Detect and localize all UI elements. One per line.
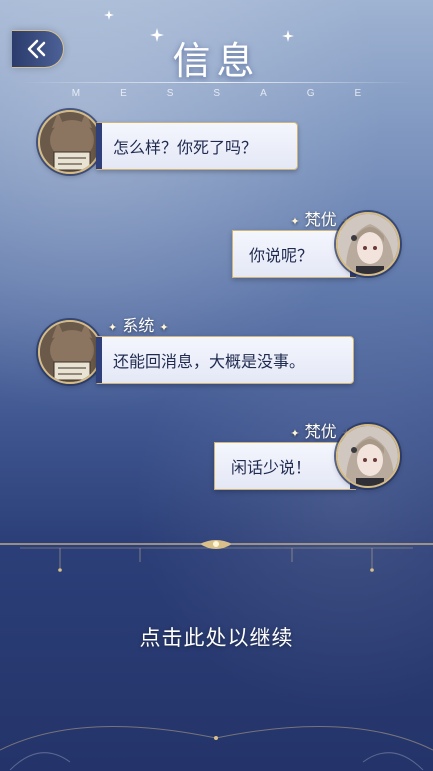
message-bubble: 还能回消息，大概是没事。: [96, 336, 354, 384]
sparkle-icon: ✦: [290, 215, 300, 228]
bottom-ornament: [0, 725, 433, 771]
sparkle-icon: ✦: [108, 321, 118, 334]
message-2: ✦ 梵优 ✦ 你说呢？: [0, 200, 433, 290]
girl-portrait-avatar: [336, 212, 400, 276]
page-subtitle: MESSAGE: [71, 88, 402, 99]
title-area: 信息: [0, 30, 433, 85]
continue-prompt[interactable]: 点击此处以继续: [0, 622, 433, 652]
message-bubble: 闲话少说！: [214, 442, 356, 490]
message-4: ✦ 梵优 ✦ 闲话少说！: [0, 412, 433, 502]
sparkle-icon: [282, 30, 294, 42]
sparkle-icon: ✦: [290, 427, 300, 440]
sparkle-icon: ✦: [159, 321, 169, 334]
message-3: ✦ 系统 ✦ 还能回消息，大概是没事。: [0, 300, 433, 390]
message-1: 怎么样？你死了吗？: [0, 110, 433, 180]
sparkle-icon: [150, 28, 164, 42]
message-text: 怎么样？你死了吗？: [113, 138, 258, 157]
cat-with-sign-avatar: [38, 110, 102, 174]
message-bubble: 怎么样？你死了吗？: [96, 122, 298, 170]
cat-with-sign-avatar: [38, 320, 102, 384]
girl-portrait-avatar: [336, 424, 400, 488]
page-title: 信息: [172, 39, 261, 83]
message-text: 闲话少说！: [231, 458, 312, 477]
header: 信息 MESSAGE: [0, 0, 433, 110]
ornamental-divider: [0, 540, 433, 572]
message-text: 还能回消息，大概是没事。: [113, 352, 306, 371]
speaker-name: ✦ 系统 ✦: [108, 316, 169, 335]
header-divider: [20, 82, 413, 83]
sparkle-icon: [104, 10, 114, 20]
message-text: 你说呢？: [249, 246, 314, 265]
